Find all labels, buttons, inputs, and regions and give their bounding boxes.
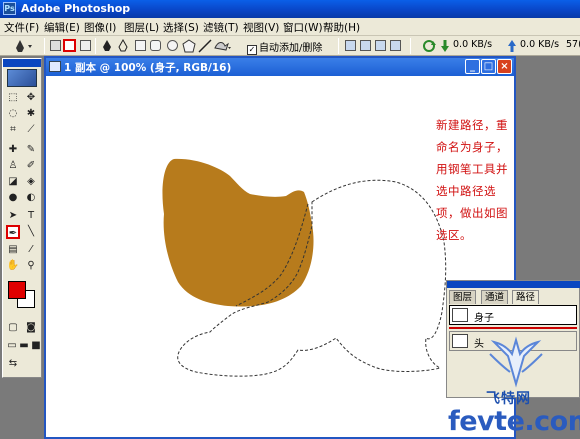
toolbox: ⬚ ✥ ◌ ✱ ⌗ ⟋ ✚ ✎ ♙ ✐ ◪ ◈ ● ◐ ➤ T ✒ ╲ ▤ ⁄ … <box>2 58 42 378</box>
freeform-pen-icon[interactable] <box>116 39 130 53</box>
brush-tool-icon[interactable]: ✎ <box>24 143 38 157</box>
path-drop-indicator <box>449 327 577 329</box>
watermark-domain: fevte.com <box>448 406 580 437</box>
menu-filter[interactable]: 滤镜(T) <box>203 20 239 35</box>
ellipse-tool-icon[interactable] <box>167 40 178 51</box>
paths-mode-icon[interactable] <box>63 39 76 52</box>
separator <box>44 38 45 54</box>
watermark-wing-logo <box>489 336 543 388</box>
close-button[interactable]: × <box>497 59 512 74</box>
type-tool-icon[interactable]: T <box>24 209 38 223</box>
feather-logo-icon[interactable] <box>7 69 37 87</box>
quick-mask-icon[interactable]: ◙ <box>24 321 38 335</box>
path-row-body[interactable]: 身子 <box>449 305 577 325</box>
eyedropper-icon[interactable]: ⁄ <box>24 243 38 257</box>
photoshop-logo-icon: Ps <box>3 2 16 15</box>
move-tool-icon[interactable]: ✥ <box>24 91 38 105</box>
crop-tool-icon[interactable]: ⌗ <box>6 123 20 137</box>
line-shape-tool-icon[interactable]: ╲ <box>24 225 38 239</box>
pen-tool-icon[interactable] <box>100 39 114 53</box>
standard-mode-icon[interactable]: ▢ <box>6 321 20 335</box>
path-name: 身子 <box>474 313 494 324</box>
tab-layers[interactable]: 图层 <box>449 290 477 304</box>
menu-view[interactable]: 视图(V) <box>243 20 279 35</box>
menu-file[interactable]: 文件(F) <box>4 20 39 35</box>
jump-to-imageready-icon[interactable]: ⇆ <box>6 357 20 371</box>
healing-brush-icon[interactable]: ✚ <box>6 143 20 157</box>
instruction-text: 新建路径，重命名为身子，用钢笔工具并选中路径选项，做出如图选区。 <box>436 118 508 242</box>
path-thumbnail-icon <box>452 334 468 348</box>
rounded-rectangle-tool-icon[interactable] <box>150 40 161 51</box>
blur-tool-icon[interactable]: ● <box>6 191 20 205</box>
clone-stamp-icon[interactable]: ♙ <box>6 159 20 173</box>
menu-select[interactable]: 选择(S) <box>163 20 199 35</box>
screen-mode-full-icon[interactable]: ■ <box>29 339 43 353</box>
hand-tool-icon[interactable]: ✋ <box>6 259 20 273</box>
menu-image[interactable]: 图像(I) <box>84 20 116 35</box>
menu-bar: 文件(F) 编辑(E) 图像(I) 图层(L) 选择(S) 滤镜(T) 视图(V… <box>0 18 580 36</box>
subtract-area-icon[interactable] <box>360 40 371 51</box>
lasso-tool-icon[interactable]: ◌ <box>6 107 20 121</box>
dodge-tool-icon[interactable]: ◐ <box>24 191 38 205</box>
cat-head-shape <box>162 158 314 307</box>
pen-tool-selected-icon[interactable]: ✒ <box>6 225 20 239</box>
path-selection-icon[interactable]: ➤ <box>6 209 20 223</box>
line-tool-icon[interactable] <box>198 39 212 53</box>
panel-grip[interactable] <box>447 281 580 288</box>
document-icon <box>49 61 61 72</box>
pen-tool-preset-icon[interactable] <box>14 39 34 53</box>
extra-readout: 57( <box>566 39 580 50</box>
polygon-tool-icon[interactable] <box>182 39 196 53</box>
menu-layer[interactable]: 图层(L) <box>124 20 159 35</box>
intersect-area-icon[interactable] <box>375 40 386 51</box>
upload-speed: 0.0 KB/s <box>520 39 560 50</box>
history-brush-icon[interactable]: ✐ <box>24 159 38 173</box>
minimize-button[interactable]: _ <box>465 59 480 74</box>
zoom-tool-icon[interactable]: ⚲ <box>24 259 38 273</box>
download-arrow-icon <box>441 40 449 52</box>
path-thumbnail-icon <box>452 308 468 322</box>
custom-shape-tool-icon[interactable] <box>214 39 232 53</box>
document-title: 1 副本 @ 100% (身子, RGB/16) <box>64 62 232 74</box>
maximize-button[interactable]: □ <box>481 59 496 74</box>
checkbox-check-icon: ✓ <box>247 45 257 55</box>
menu-edit[interactable]: 编辑(E) <box>44 20 80 35</box>
tab-channels[interactable]: 通道 <box>481 290 509 304</box>
combine-area-icon[interactable] <box>345 40 356 51</box>
toolbox-grip[interactable] <box>3 59 41 67</box>
path-name: 头 <box>474 339 484 350</box>
separator <box>338 38 339 54</box>
auto-add-delete-checkbox[interactable]: ✓ 自动添加/删除 <box>247 39 322 55</box>
tab-paths[interactable]: 路径 <box>512 290 540 304</box>
menu-window[interactable]: 窗口(W) <box>283 20 323 35</box>
marquee-tool-icon[interactable]: ⬚ <box>6 91 20 105</box>
fill-pixels-mode-icon[interactable] <box>80 40 91 51</box>
paint-bucket-icon[interactable]: ◈ <box>24 175 38 189</box>
separator <box>410 38 411 54</box>
download-speed: 0.0 KB/s <box>453 39 493 50</box>
watermark-chinese: 飞特网 <box>486 391 531 407</box>
slice-tool-icon[interactable]: ⟋ <box>24 123 38 137</box>
options-bar: ✓自动添加/删除 0.0 KB/s 0.0 KB/s 57( <box>0 36 580 56</box>
document-title-bar[interactable]: 1 副本 @ 100% (身子, RGB/16) _ □ × <box>46 58 514 76</box>
magic-wand-icon[interactable]: ✱ <box>24 107 38 121</box>
title-bar: Ps Adobe Photoshop <box>0 0 580 18</box>
eraser-tool-icon[interactable]: ◪ <box>6 175 20 189</box>
notes-tool-icon[interactable]: ▤ <box>6 243 20 257</box>
network-refresh-icon <box>423 40 436 52</box>
foreground-color-swatch[interactable] <box>8 281 26 299</box>
separator <box>95 38 96 54</box>
rectangle-tool-icon[interactable] <box>135 40 146 51</box>
app-title: Adobe Photoshop <box>21 2 131 15</box>
menu-help[interactable]: 帮助(H) <box>323 20 360 35</box>
upload-arrow-icon <box>508 40 516 52</box>
exclude-area-icon[interactable] <box>390 40 401 51</box>
shape-layers-mode-icon[interactable] <box>50 40 61 51</box>
